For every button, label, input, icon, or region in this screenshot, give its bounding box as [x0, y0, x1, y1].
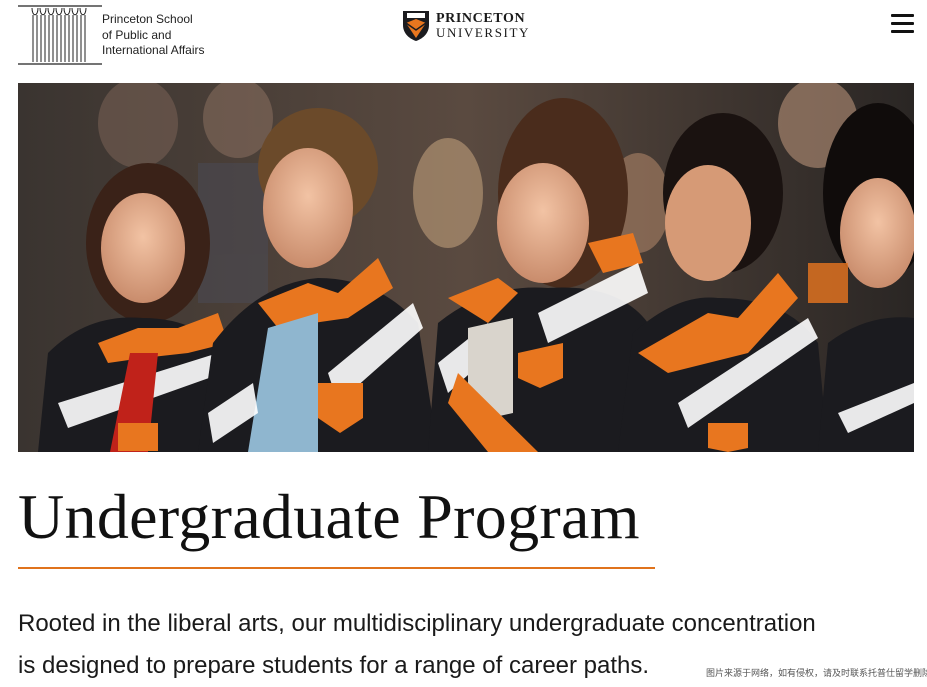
- students-photo-icon: [18, 83, 914, 452]
- school-logo[interactable]: Princeton School of Public and Internati…: [18, 5, 205, 66]
- wordmark-university: UNIVERSITY: [436, 24, 530, 40]
- school-name-line1: Princeton School: [102, 12, 193, 26]
- page-title: Undergraduate Program: [18, 481, 640, 552]
- image-source-watermark: 图片来源于网络，如有侵权，请及时联系托普仕留学删除: [706, 669, 927, 679]
- intro-line-2: is designed to prepare students for a ra…: [18, 652, 650, 679]
- intro-line-1: Rooted in the liberal arts, our multidis…: [18, 610, 816, 637]
- hero-image: [18, 83, 914, 452]
- school-name: Princeton School of Public and Internati…: [102, 5, 205, 59]
- wordmark-princeton: PRINCETON: [436, 10, 526, 26]
- hamburger-menu-icon[interactable]: [891, 14, 914, 34]
- school-name-line3: International Affairs: [102, 43, 205, 57]
- princeton-wordmark: PRINCETON UNIVERSITY: [436, 10, 530, 40]
- princeton-university-logo[interactable]: PRINCETON UNIVERSITY: [402, 9, 530, 42]
- colonnade-logo-icon: [18, 5, 102, 65]
- school-name-line2: of Public and: [102, 27, 172, 42]
- title-underline: [18, 567, 655, 569]
- princeton-shield-icon: [403, 11, 429, 41]
